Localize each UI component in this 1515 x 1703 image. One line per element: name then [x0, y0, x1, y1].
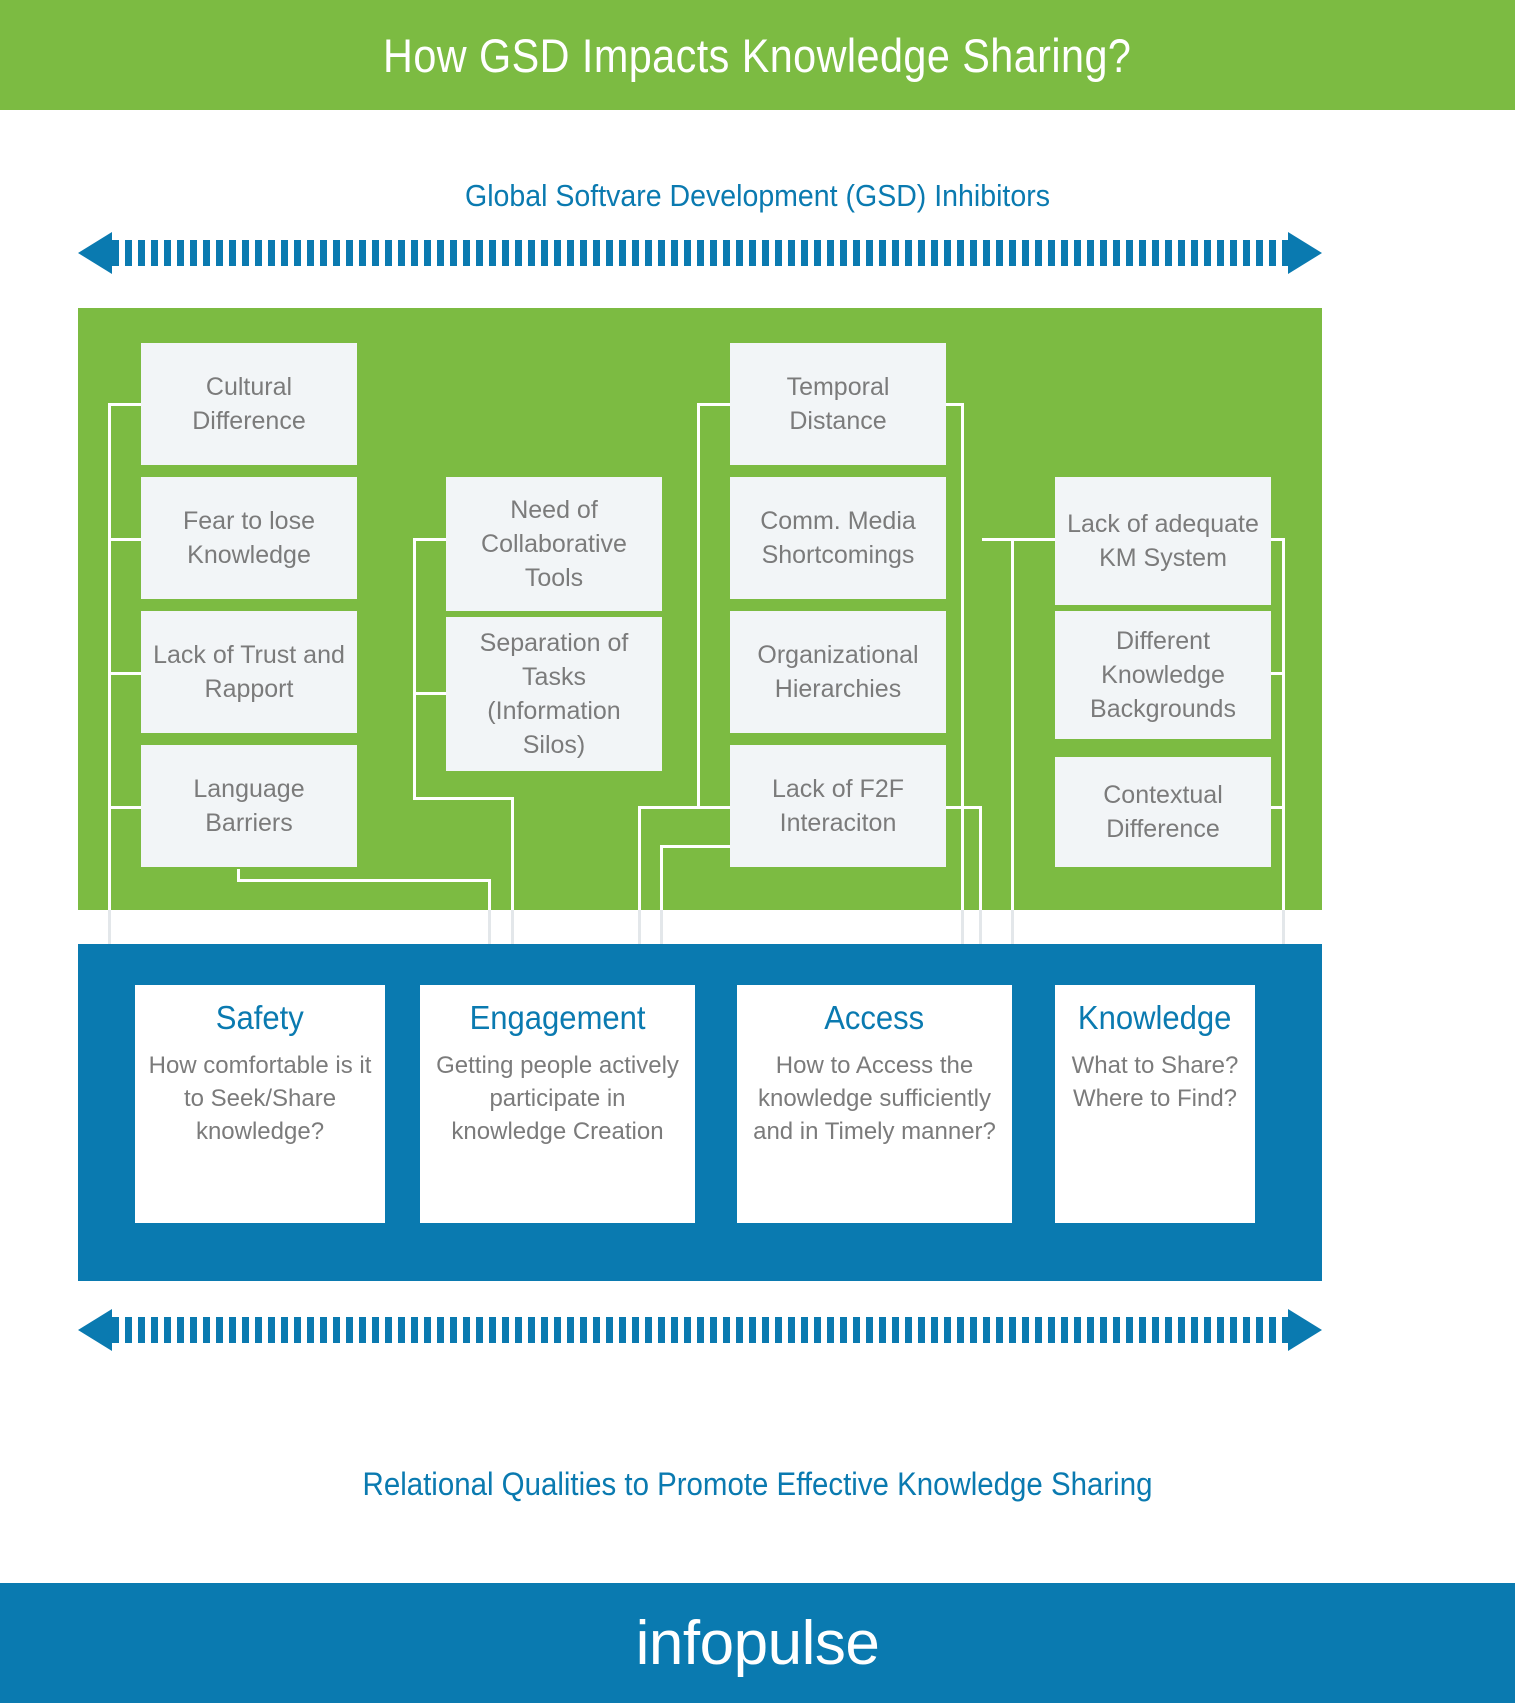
connector-c4l-gap [1011, 910, 1014, 944]
inhibitor-label: Separation of Tasks (Information Silos) [479, 629, 629, 759]
connector-lang-drop-gap [488, 910, 491, 944]
connector-c2-drop-green [511, 797, 514, 910]
inhibitor-box[interactable]: Comm. Media Shortcomings [730, 477, 946, 599]
outcome-title: Safety [216, 999, 304, 1036]
connector-f2f-drop-green [660, 845, 663, 910]
inhibitor-box[interactable]: Temporal Distance [730, 343, 946, 465]
connector-c3-drop-gap [638, 910, 641, 944]
outcome-description: How comfortable is it to Seek/Share know… [148, 1052, 372, 1146]
inhibitor-label: Organizational Hierarchies [757, 641, 919, 703]
connector-c1-h4 [108, 806, 141, 809]
inhibitor-label: Lack of F2F Interaciton [772, 775, 904, 837]
connector-c3-h4 [697, 806, 730, 809]
inhibitor-box[interactable]: Different Knowledge Backgrounds [1055, 611, 1271, 739]
connector-c2-h1 [413, 538, 446, 541]
connector-lang-drop-green [488, 879, 491, 910]
inhibitor-box[interactable]: Contextual Difference [1055, 757, 1271, 867]
inhibitor-box[interactable]: Lack of F2F Interaciton [730, 745, 946, 867]
connector-c1-h3 [108, 672, 141, 675]
outcome-title: Access [824, 999, 925, 1036]
connector-c4r-trunk-green [1282, 538, 1285, 910]
connector-c4l-h1 [982, 538, 1055, 541]
double-headed-dashed-arrow-top [78, 232, 1322, 274]
connector-c4l-trunk-green [1011, 538, 1014, 910]
connector-c1-h2 [108, 538, 141, 541]
footer-band: infopulse [0, 1583, 1515, 1703]
top-caption-label: Global Softvare Development (GSD) Inhibi… [465, 178, 1050, 213]
connector-c3-bottom-h [638, 806, 700, 809]
inhibitor-box[interactable]: Need of Collaborative Tools [446, 477, 662, 611]
arrow-head-left-icon [78, 232, 112, 274]
connector-c1-trunk-gap [108, 910, 111, 944]
inhibitor-box[interactable]: Cultural Difference [141, 343, 357, 465]
dashed-line [112, 1317, 1288, 1343]
outcome-description: Getting people actively participate in k… [436, 1052, 679, 1146]
outcome-card-knowledge[interactable]: Knowledge What to Share? Where to Find? [1055, 985, 1255, 1223]
connector-f2f-drop-gap [660, 910, 663, 944]
inhibitor-box[interactable]: Language Barriers [141, 745, 357, 867]
connector-c3r-gap [961, 910, 964, 944]
outcome-card-engagement[interactable]: Engagement Getting people actively parti… [420, 985, 695, 1223]
outcome-title: Knowledge [1078, 999, 1232, 1036]
inhibitor-label: Lack of Trust and Rapport [153, 641, 345, 703]
outcome-description: How to Access the knowledge sufficiently… [753, 1052, 996, 1146]
inhibitor-label: Cultural Difference [192, 373, 306, 435]
connector-c3r-trunk [961, 403, 964, 910]
inhibitor-box[interactable]: Fear to lose Knowledge [141, 477, 357, 599]
inhibitor-label: Fear to lose Knowledge [182, 507, 315, 569]
inhibitor-label: Contextual Difference [1103, 781, 1223, 843]
dashed-line [112, 240, 1288, 266]
infopulse-logo: infopulse [635, 1608, 880, 1678]
connector-c1-trunk-green [108, 403, 111, 910]
outcome-description: What to Share? Where to Find? [1071, 1052, 1239, 1113]
inhibitor-label: Lack of adequate KM System [1067, 510, 1259, 572]
connector-c2-trunk-green [413, 538, 416, 800]
inhibitor-label: Different Knowledge Backgrounds [1090, 627, 1236, 723]
bottom-caption-label: Relational Qualities to Promote Effectiv… [362, 1466, 1153, 1502]
arrow-head-right-icon [1288, 232, 1322, 274]
outcome-card-access[interactable]: Access How to Access the knowledge suffi… [737, 985, 1012, 1223]
inhibitor-box[interactable]: Organizational Hierarchies [730, 611, 946, 733]
connector-c3r2-gap [979, 910, 982, 944]
connector-c3-h1 [697, 403, 730, 406]
connector-lang-h [237, 879, 491, 882]
page-title: How GSD Impacts Knowledge Sharing? [383, 28, 1132, 82]
outcome-card-safety[interactable]: Safety How comfortable is it to Seek/Sha… [135, 985, 385, 1223]
inhibitor-box[interactable]: Lack of Trust and Rapport [141, 611, 357, 733]
connector-c2-h2 [413, 692, 446, 695]
connector-c3r2-trunk [979, 806, 982, 910]
arrow-head-left-icon [78, 1309, 112, 1351]
connector-c3-drop-green [638, 806, 641, 910]
double-headed-dashed-arrow-bottom [78, 1309, 1322, 1351]
connector-c4r-gap [1282, 910, 1285, 944]
connector-c3-trunk-green [697, 403, 700, 809]
header-band: How GSD Impacts Knowledge Sharing? [0, 0, 1515, 110]
inhibitor-box[interactable]: Separation of Tasks (Information Silos) [446, 617, 662, 771]
inhibitor-label: Language Barriers [193, 775, 305, 837]
connector-c2-drop-gap [511, 910, 514, 944]
inhibitor-label: Need of Collaborative Tools [481, 496, 627, 592]
connector-c2-bottom-h [413, 797, 514, 800]
inhibitor-label: Comm. Media Shortcomings [760, 507, 916, 569]
connector-lang-v-stub [237, 869, 240, 882]
connector-f2f-h [660, 845, 732, 848]
outcome-title: Engagement [469, 999, 646, 1036]
inhibitor-label: Temporal Distance [786, 373, 890, 435]
connector-c1-h1 [108, 403, 141, 406]
inhibitor-box[interactable]: Lack of adequate KM System [1055, 477, 1271, 605]
arrow-head-right-icon [1288, 1309, 1322, 1351]
